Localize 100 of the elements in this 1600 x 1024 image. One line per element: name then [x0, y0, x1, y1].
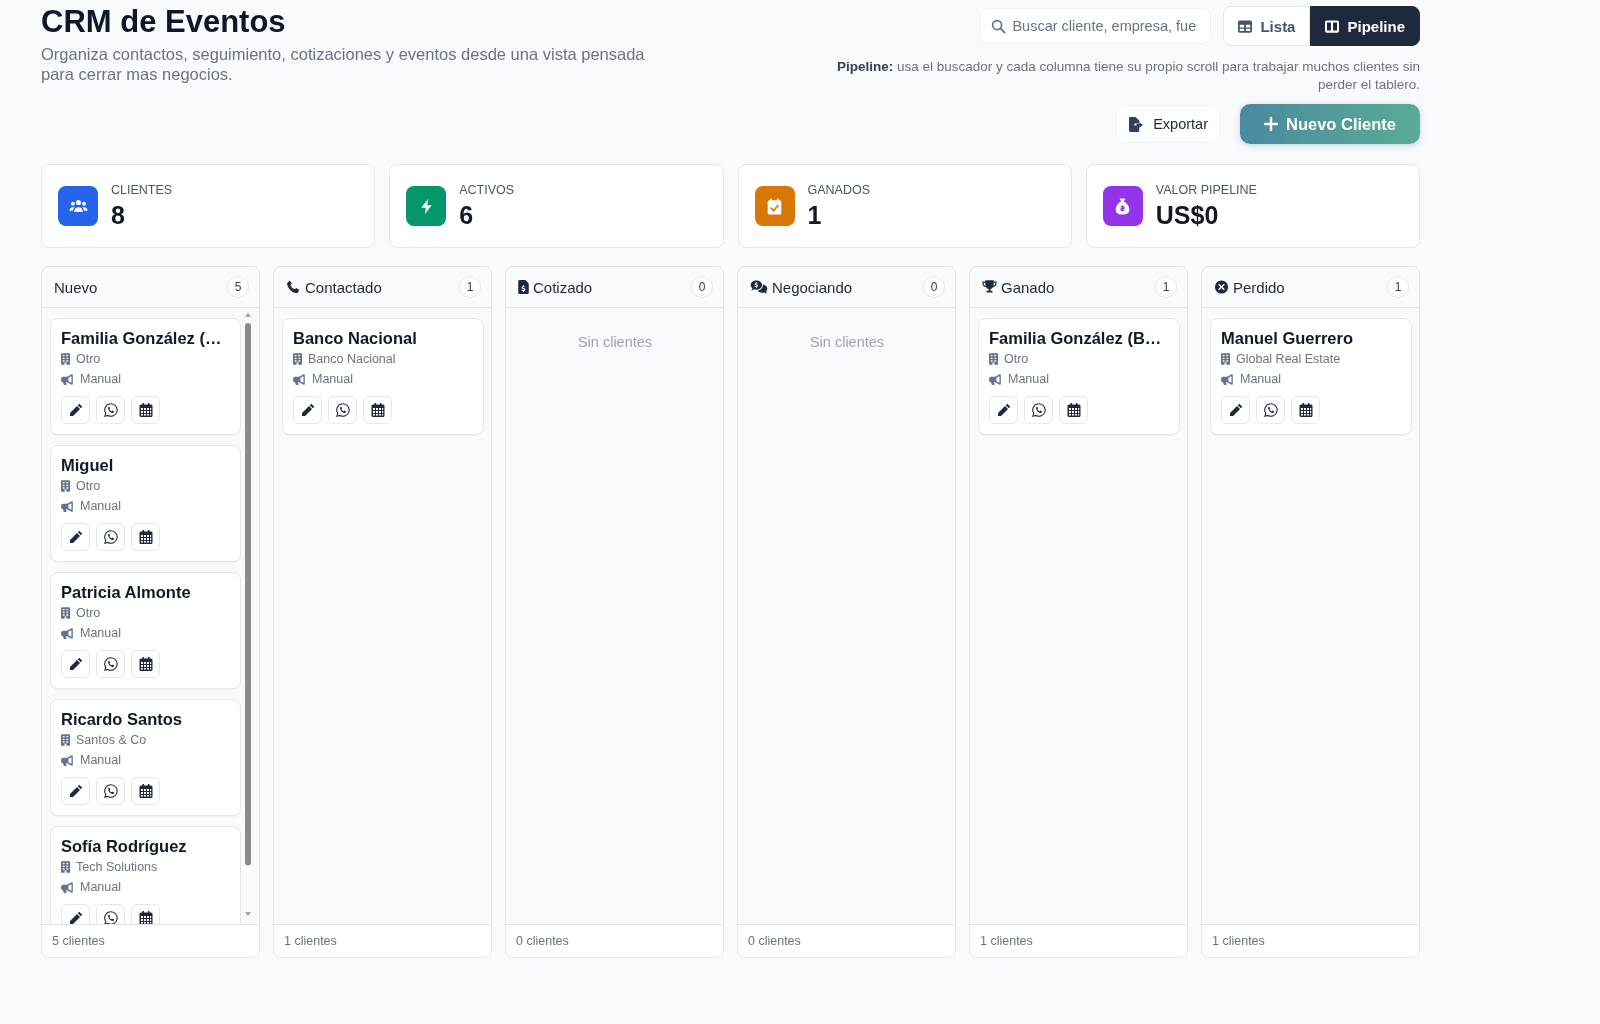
client-card[interactable]: Banco Nacional Banco Nacional Manual — [282, 318, 484, 435]
client-card[interactable]: Familia González (B… Otro Manual — [978, 318, 1180, 435]
message-button[interactable] — [328, 396, 357, 424]
chat-phone-icon — [1031, 403, 1046, 417]
client-card[interactable]: Ricardo Santos Santos & Co Manual — [50, 699, 241, 816]
building-icon — [61, 353, 70, 365]
edit-button[interactable] — [61, 650, 90, 678]
calendar-button[interactable] — [1291, 396, 1320, 424]
megaphone-icon — [61, 881, 74, 893]
pencil-icon — [68, 784, 83, 798]
count-badge: 1 — [459, 276, 481, 298]
empty-message: Sin clientes — [808, 334, 886, 350]
calendar-button[interactable] — [131, 396, 160, 424]
edit-button[interactable] — [989, 396, 1018, 424]
message-button[interactable] — [96, 396, 125, 424]
calendar-button[interactable] — [1059, 396, 1088, 424]
pencil-icon — [68, 403, 83, 417]
edit-button[interactable] — [61, 523, 90, 551]
lead-source: Manual — [312, 372, 353, 386]
client-card[interactable]: Patricia Almonte Otro Manual — [50, 572, 241, 689]
stat-label: VALOR PIPELINE — [1155, 182, 1257, 198]
calendar-icon — [138, 911, 153, 924]
plus-icon — [1263, 117, 1278, 131]
client-card[interactable]: Miguel Otro Manual — [50, 445, 241, 562]
client-name: Miguel — [61, 455, 115, 476]
client-count: 1 clientes — [970, 924, 1187, 957]
building-icon — [293, 353, 302, 365]
chat-phone-icon — [103, 911, 118, 924]
building-icon — [61, 734, 70, 746]
edit-button[interactable] — [61, 396, 90, 424]
chat-phone-icon — [103, 657, 118, 671]
export-button[interactable]: Exportar — [1115, 105, 1221, 143]
message-button[interactable] — [96, 523, 125, 551]
lead-source: Manual — [80, 753, 121, 767]
calendar-icon — [138, 530, 153, 544]
column-title: Negociando — [772, 278, 853, 296]
building-icon — [1221, 353, 1230, 365]
message-button[interactable] — [96, 904, 125, 924]
page-subtitle: Organiza contactos, seguimiento, cotizaciones y eventos desde una vista pensada para cerrar mas negocios. — [41, 44, 646, 84]
phone-icon — [286, 280, 301, 294]
megaphone-icon — [61, 754, 74, 766]
client-name: Familia González (B… — [989, 328, 1163, 349]
building-icon — [61, 480, 70, 492]
message-button[interactable] — [96, 777, 125, 805]
client-name: Banco Nacional — [293, 328, 418, 349]
client-card[interactable]: Familia González (… Otro Manual — [50, 318, 241, 435]
invoice-icon — [518, 280, 529, 294]
chat-phone-icon — [103, 403, 118, 417]
edit-button[interactable] — [1221, 396, 1250, 424]
stat-value: US$0 — [1155, 200, 1220, 230]
columns-icon — [1325, 19, 1340, 33]
count-badge: 5 — [227, 276, 249, 298]
calendar-button[interactable] — [131, 904, 160, 924]
view-tab[interactable]: Pipeline — [1310, 6, 1420, 46]
calendar-button[interactable] — [363, 396, 392, 424]
stat-label: CLIENTES — [111, 182, 173, 198]
company-name: Santos & Co — [76, 733, 147, 747]
client-count: 0 clientes — [506, 924, 723, 957]
edit-button[interactable] — [61, 904, 90, 924]
count-badge: 1 — [1155, 276, 1177, 298]
pencil-icon — [1228, 403, 1243, 417]
megaphone-icon — [293, 373, 306, 385]
lead-source: Manual — [80, 372, 121, 386]
message-button[interactable] — [1256, 396, 1285, 424]
view-tab[interactable]: Lista — [1223, 6, 1311, 46]
search-field[interactable]: Buscar cliente, empresa, fue — [979, 8, 1212, 44]
chat-phone-icon — [103, 784, 118, 798]
scrollbar[interactable] — [244, 312, 252, 917]
message-button[interactable] — [96, 650, 125, 678]
calendar-button[interactable] — [131, 777, 160, 805]
building-icon — [989, 353, 998, 365]
column-title: Ganado — [1001, 278, 1055, 296]
stat-label: GANADOS — [807, 182, 870, 198]
calendar-icon — [138, 657, 153, 671]
building-icon — [61, 861, 70, 873]
client-name: Ricardo Santos — [61, 709, 184, 730]
edit-button[interactable] — [61, 777, 90, 805]
company-name: Global Real Estate — [1236, 352, 1341, 366]
client-count: 1 clientes — [1202, 924, 1419, 957]
client-name: Familia González (… — [61, 328, 223, 349]
pencil-icon — [300, 403, 315, 417]
count-badge: 0 — [691, 276, 713, 298]
megaphone-icon — [989, 373, 1002, 385]
calendar-button[interactable] — [131, 650, 160, 678]
company-name: Banco Nacional — [308, 352, 396, 366]
company-name: Otro — [76, 352, 101, 366]
column-title: Nuevo — [54, 278, 98, 296]
client-card[interactable]: Sofía Rodríguez Tech Solutions Manual — [50, 826, 241, 924]
column-title: Cotizado — [533, 278, 593, 296]
client-name: Patricia Almonte — [61, 582, 192, 603]
client-count: 0 clientes — [738, 924, 955, 957]
stat-value: 8 — [111, 200, 126, 230]
message-button[interactable] — [1024, 396, 1053, 424]
edit-button[interactable] — [293, 396, 322, 424]
client-card[interactable]: Manuel Guerrero Global Real Estate Manual — [1210, 318, 1412, 435]
company-name: Tech Solutions — [76, 860, 158, 874]
pencil-icon — [68, 911, 83, 924]
company-name: Otro — [1004, 352, 1029, 366]
calendar-button[interactable] — [131, 523, 160, 551]
chat-phone-icon — [103, 530, 118, 544]
